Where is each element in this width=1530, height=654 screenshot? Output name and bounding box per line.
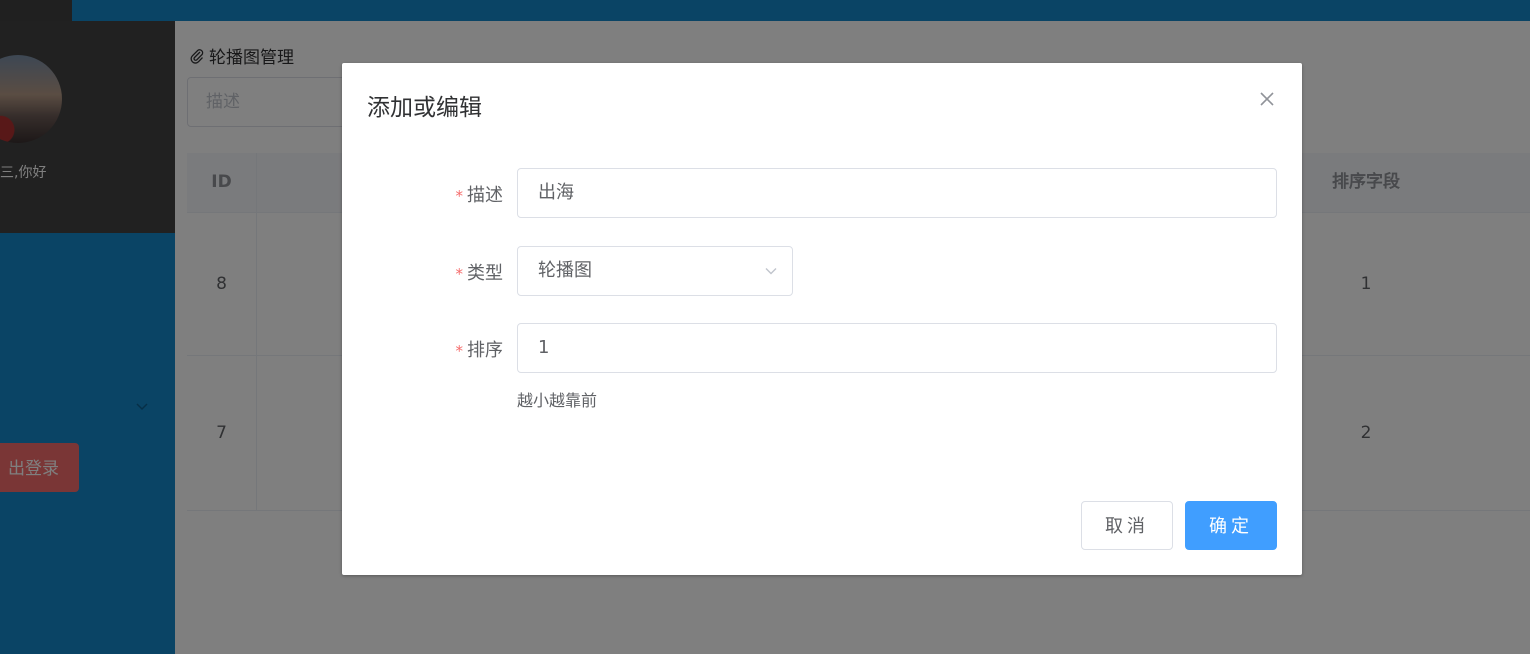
desc-label-text: 描述 [467,185,503,206]
edit-dialog: 添加或编辑 * 描述 出海 * 类型 轮播图 * 排序 1 越小越靠前 取消 确定 [342,63,1302,575]
close-icon[interactable] [1258,90,1276,108]
type-select[interactable]: 轮播图 [517,246,793,296]
app-page: 三,你好 出登录 轮播图管理 描述 ID 排序字段 8 1 7 [0,0,1530,654]
desc-input[interactable]: 出海 [517,168,1277,218]
chevron-down-icon [765,268,777,275]
type-label: * 类型 [456,259,504,285]
required-mark: * [455,265,464,283]
required-mark: * [455,342,464,360]
cancel-button[interactable]: 取消 [1081,501,1173,550]
sort-label-text: 排序 [467,340,503,361]
sort-hint: 越小越靠前 [517,391,598,410]
sort-input[interactable]: 1 [517,323,1277,373]
type-select-value: 轮播图 [538,260,592,281]
required-mark: * [455,187,464,205]
confirm-button[interactable]: 确定 [1185,501,1277,550]
sort-label: * 排序 [456,336,504,362]
desc-label: * 描述 [456,181,504,207]
dialog-title: 添加或编辑 [367,95,482,121]
type-label-text: 类型 [467,263,503,284]
